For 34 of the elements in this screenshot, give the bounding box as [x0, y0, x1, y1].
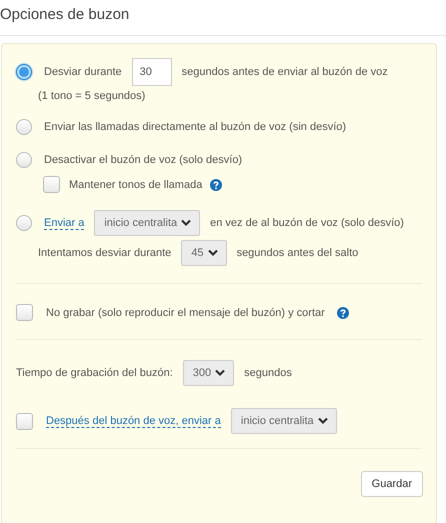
radio-button[interactable]: [16, 119, 32, 135]
record-time-label: Tiempo de grabación del buzón:: [16, 367, 173, 379]
record-time-select[interactable]: 300: [182, 360, 234, 386]
option-label: Enviar las llamadas directamente al buzón de voz (sin desvío): [44, 121, 346, 133]
retry-suffix: segundos antes del salto: [236, 247, 358, 259]
dialog-title: Opciones de buzon: [0, 6, 130, 23]
option-label: Desviar durante: [44, 66, 122, 78]
checkbox[interactable]: [16, 412, 33, 430]
option-suffix: en vez de al buzón de voz (solo desvío): [210, 217, 404, 229]
destination-select[interactable]: inicio centralita: [230, 408, 337, 434]
option-suffix: segundos antes de enviar al buzón de voz: [182, 66, 388, 78]
checkbox-label: Mantener tonos de llamada: [69, 178, 202, 190]
chevron-icon: [318, 417, 328, 425]
checkbox[interactable]: [16, 304, 33, 321]
retry-select[interactable]: 45: [181, 240, 227, 266]
checkbox[interactable]: [43, 176, 60, 193]
help-icon[interactable]: [210, 178, 222, 190]
destination-select[interactable]: inicio centralita: [94, 210, 200, 236]
tone-note: (1 tono = 5 segundos): [38, 90, 146, 102]
chevron-icon: [215, 369, 226, 377]
radio-button[interactable]: [16, 152, 32, 168]
chevron-icon: [208, 249, 218, 257]
seconds-input[interactable]: 30: [132, 58, 172, 86]
checkbox-label: No grabar (solo reproducir el mensaje del buzón) y cortar: [46, 306, 325, 318]
send-to-link[interactable]: Enviar a: [44, 216, 84, 230]
option-label: Desactivar el buzón de voz (solo desvío): [44, 154, 242, 166]
retry-label: Intentamos desviar durante: [38, 247, 172, 259]
save-button[interactable]: Guardar: [360, 471, 423, 497]
radio-button[interactable]: [16, 64, 32, 80]
record-time-suffix: segundos: [244, 367, 292, 379]
after-voicemail-link[interactable]: Después del buzón de voz, enviar a: [46, 414, 221, 428]
chevron-icon: [181, 219, 192, 227]
radio-button[interactable]: [16, 215, 32, 231]
help-icon[interactable]: [336, 306, 349, 318]
